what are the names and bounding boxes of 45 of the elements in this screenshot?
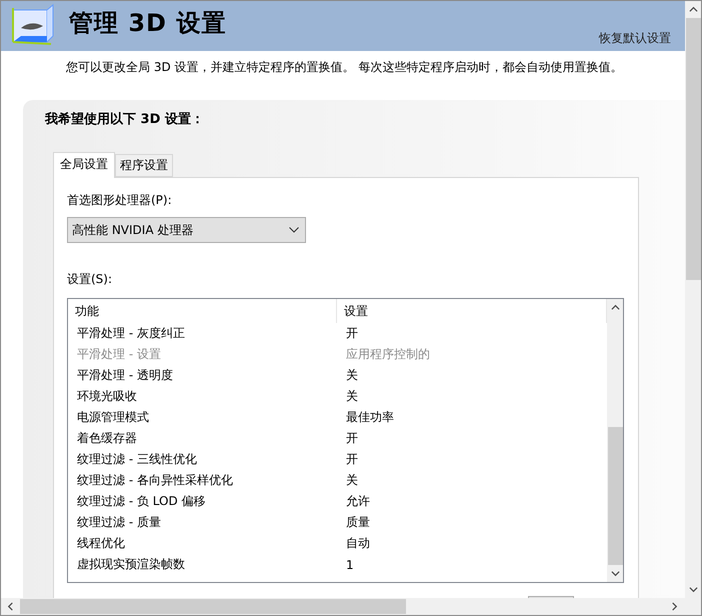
feature-cell[interactable]: 纹理过滤 - 质量 — [68, 514, 337, 531]
list-scroll-thumb[interactable] — [608, 426, 622, 565]
column-header[interactable]: 功能 — [68, 299, 337, 323]
value-cell[interactable]: 1 — [337, 558, 607, 572]
feature-cell[interactable]: 线程优化 — [68, 535, 337, 552]
feature-cell[interactable]: 纹理过滤 - 负 LOD 偏移 — [68, 493, 337, 510]
horizontal-scroll-thumb[interactable] — [20, 599, 406, 614]
list-scrollbar[interactable] — [607, 299, 623, 582]
horizontal-scrollbar[interactable] — [1, 598, 701, 615]
scroll-up-icon[interactable] — [688, 5, 698, 14]
value-cell[interactable]: 允许 — [337, 493, 607, 510]
value-cell[interactable]: 关 — [337, 367, 607, 384]
processor-dropdown[interactable]: 高性能 NVIDIA 处理器 — [67, 217, 306, 243]
restore-defaults-link[interactable]: 恢复默认设置 — [599, 30, 671, 47]
feature-cell[interactable]: 平滑处理 - 透明度 — [68, 367, 337, 384]
scroll-up-icon[interactable] — [610, 303, 620, 312]
tab[interactable]: 程序设置 — [115, 154, 173, 177]
feature-cell[interactable]: 电源管理模式 — [68, 409, 337, 426]
vertical-scroll-thumb[interactable] — [686, 18, 700, 280]
feature-cell[interactable]: 环境光吸收 — [68, 388, 337, 405]
tab[interactable]: 全局设置 — [53, 152, 115, 178]
value-cell[interactable]: 关 — [337, 472, 607, 489]
value-cell[interactable]: 开 — [337, 430, 607, 447]
scroll-left-icon[interactable] — [6, 602, 15, 611]
value-cell[interactable]: 开 — [337, 325, 607, 342]
feature-cell[interactable]: 纹理过滤 - 三线性优化 — [68, 451, 337, 468]
value-cell[interactable]: 自动 — [337, 535, 607, 552]
value-cell[interactable]: 质量 — [337, 514, 607, 531]
feature-cell[interactable]: 虚拟现实预渲染帧数 — [68, 556, 337, 573]
scroll-down-icon[interactable] — [610, 569, 620, 578]
settings-label: 设置(S): — [67, 271, 114, 288]
feature-cell[interactable]: 平滑处理 - 灰度纠正 — [68, 325, 337, 342]
value-cell[interactable]: 关 — [337, 388, 607, 405]
scroll-down-icon[interactable] — [688, 585, 698, 594]
feature-cell[interactable]: 着色缓存器 — [68, 430, 337, 447]
value-cell[interactable]: 开 — [337, 451, 607, 468]
chevron-down-icon — [289, 227, 299, 233]
feature-cell[interactable]: 纹理过滤 - 各向异性采样优化 — [68, 472, 337, 489]
page-title: 管理 3D 设置 — [69, 8, 228, 39]
vertical-scrollbar[interactable] — [685, 1, 701, 598]
processor-label: 首选图形处理器(P): — [67, 192, 173, 209]
panel-heading: 我希望使用以下 3D 设置： — [45, 110, 205, 128]
description-text: 您可以更改全局 3D 设置，并建立特定程序的置换值。 每次这些特定程序启动时，都会自动使用置换值。 — [65, 59, 624, 76]
value-cell[interactable]: 最佳功率 — [337, 409, 607, 426]
scroll-right-icon[interactable] — [670, 602, 679, 611]
